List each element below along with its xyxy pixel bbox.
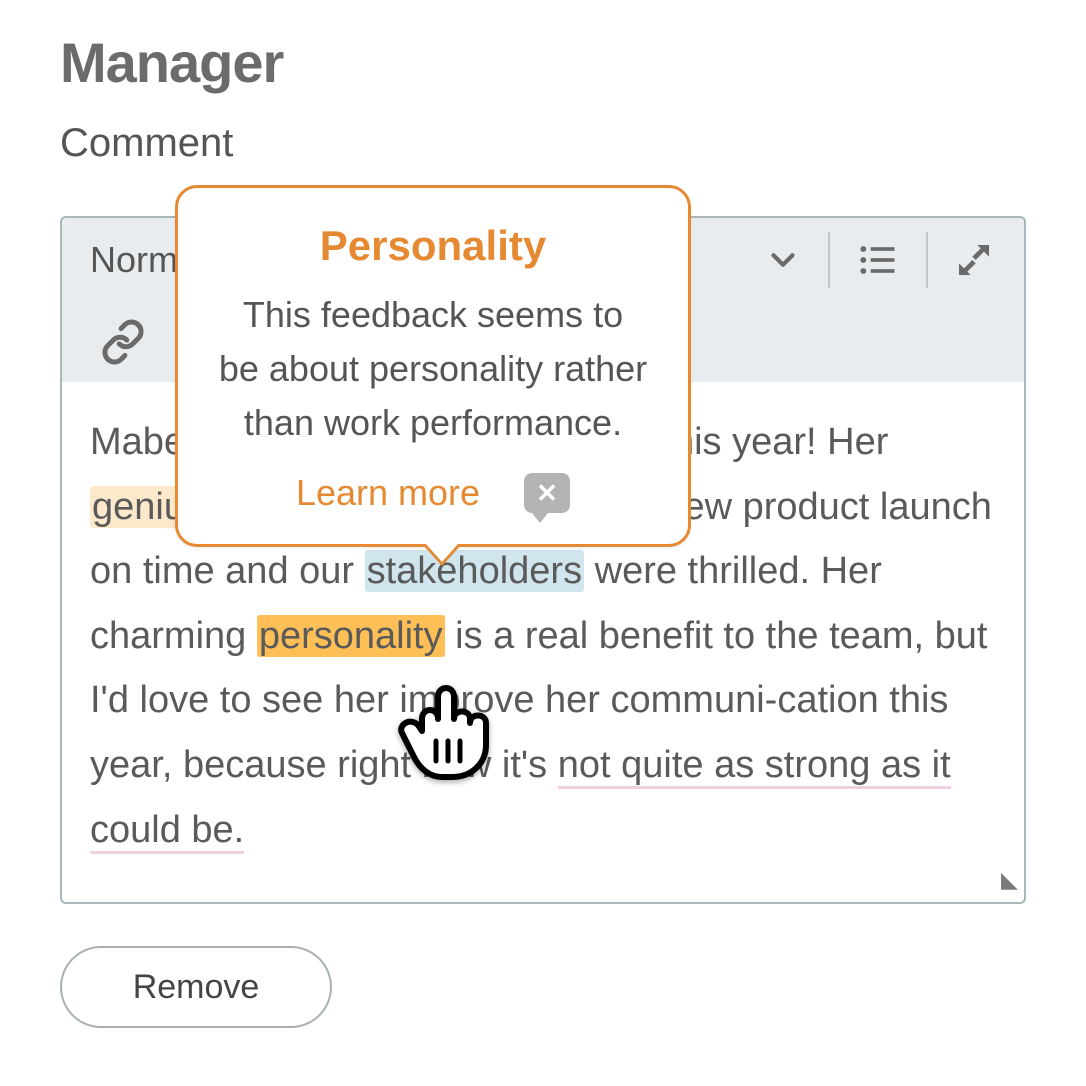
link-icon[interactable] bbox=[62, 319, 146, 365]
learn-more-link[interactable]: Learn more bbox=[296, 472, 480, 514]
toolbar-divider bbox=[926, 232, 928, 288]
suggestion-popover: Personality This feedback seems to be ab… bbox=[175, 185, 691, 547]
highlight-personality[interactable]: personality bbox=[257, 615, 445, 657]
page-title: Manager bbox=[60, 30, 1026, 95]
popover-body: This feedback seems to be about personal… bbox=[208, 288, 658, 450]
resize-handle-icon[interactable]: ◢ bbox=[1001, 861, 1018, 898]
expand-icon[interactable] bbox=[954, 240, 994, 280]
popover-title: Personality bbox=[208, 222, 658, 270]
field-label: Comment bbox=[60, 121, 1026, 166]
remove-button[interactable]: Remove bbox=[60, 946, 332, 1028]
chevron-down-icon[interactable] bbox=[764, 241, 802, 279]
popover-arrow-icon bbox=[422, 544, 462, 566]
highlight-stakeholders[interactable]: stakeholders bbox=[365, 550, 584, 592]
toolbar-divider bbox=[828, 232, 830, 288]
bullet-list-icon[interactable] bbox=[856, 238, 900, 282]
dismiss-button[interactable]: ✕ bbox=[524, 473, 570, 513]
close-icon: ✕ bbox=[536, 478, 558, 509]
